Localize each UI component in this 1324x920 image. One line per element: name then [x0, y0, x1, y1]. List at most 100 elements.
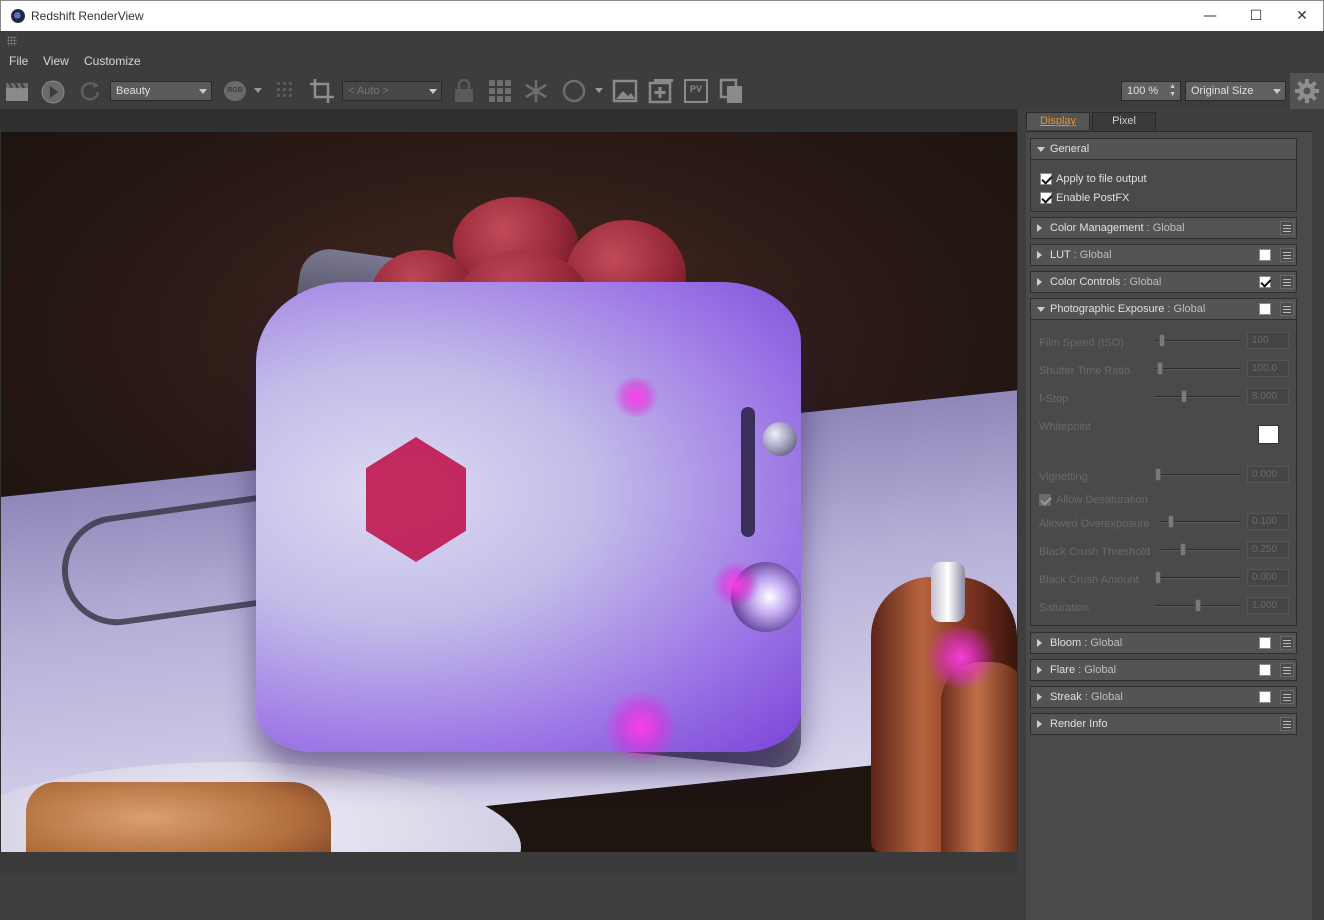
region-select-value: < Auto > — [348, 85, 389, 97]
flare-enable-checkbox[interactable] — [1259, 664, 1271, 676]
size-select[interactable]: Original Size — [1185, 81, 1286, 101]
photographic-exposure-enable-checkbox[interactable] — [1259, 303, 1271, 315]
circle-dropdown-icon[interactable] — [595, 88, 603, 93]
minimize-button[interactable]: — — [1187, 1, 1233, 32]
maximize-button[interactable]: ☐ — [1233, 1, 1279, 32]
section-menu-icon[interactable] — [1280, 275, 1294, 289]
black-crush-amount-input[interactable]: 0.000 — [1247, 569, 1289, 586]
apply-to-file-output-label: Apply to file output — [1056, 173, 1147, 185]
tab-pixel[interactable]: Pixel — [1092, 112, 1156, 130]
section-menu-icon[interactable] — [1280, 636, 1294, 650]
zoom-input[interactable]: 100 % ▲ ▼ — [1121, 81, 1181, 101]
slider-thumb[interactable] — [1159, 334, 1165, 347]
color-controls-enable-checkbox[interactable] — [1259, 276, 1271, 288]
section-general-header[interactable]: General — [1030, 138, 1297, 160]
slider-thumb[interactable] — [1155, 468, 1161, 481]
section-photographic-exposure-header[interactable]: Photographic Exposure : Global — [1030, 298, 1297, 320]
vignetting-slider[interactable] — [1155, 468, 1241, 481]
enable-postfx-checkbox[interactable] — [1040, 192, 1052, 204]
slider-thumb[interactable] — [1195, 599, 1201, 612]
fstop-input[interactable]: 8.000 — [1247, 388, 1289, 405]
toaster-body — [256, 282, 801, 752]
section-flare-header[interactable]: Flare : Global — [1030, 659, 1297, 681]
chevron-down-icon — [1273, 89, 1281, 94]
saturation-input[interactable]: 1.000 — [1247, 597, 1289, 614]
section-flare-title: Flare : Global — [1050, 664, 1117, 676]
slider-thumb[interactable] — [1180, 543, 1186, 556]
lock-icon[interactable] — [453, 79, 475, 103]
section-streak-header[interactable]: Streak : Global — [1030, 686, 1297, 708]
play-icon[interactable] — [40, 79, 66, 105]
image-icon[interactable] — [612, 78, 638, 104]
shutter-time-ratio-input[interactable]: 100.0 — [1247, 360, 1289, 377]
settings-panel: Display Pixel General Apply to file outp… — [1018, 109, 1324, 920]
apply-to-file-output-checkbox[interactable] — [1040, 173, 1052, 185]
film-speed-slider[interactable] — [1155, 334, 1241, 347]
collapsed-triangle-icon — [1037, 251, 1042, 259]
zoom-stepper-icon[interactable]: ▲ ▼ — [1169, 83, 1176, 99]
fstop-slider[interactable] — [1155, 390, 1241, 403]
render-image[interactable] — [1, 132, 1017, 852]
rgb-channel-button[interactable]: RGB — [224, 81, 246, 101]
shutter-time-ratio-slider[interactable] — [1155, 362, 1241, 375]
section-bloom-header[interactable]: Bloom : Global — [1030, 632, 1297, 654]
tab-display[interactable]: Display — [1026, 112, 1090, 130]
rgb-dropdown-icon[interactable] — [254, 88, 262, 93]
toolbar-grip[interactable] — [0, 31, 1324, 49]
whitepoint-swatch[interactable] — [1258, 425, 1279, 444]
streak-enable-checkbox[interactable] — [1259, 691, 1271, 703]
black-crush-amount-slider[interactable] — [1155, 571, 1241, 584]
section-menu-icon[interactable] — [1280, 302, 1294, 316]
expanded-triangle-icon — [1037, 307, 1045, 312]
light-glow — [601, 692, 681, 762]
section-color-controls-header[interactable]: Color Controls : Global — [1030, 271, 1297, 293]
menu-customize[interactable]: Customize — [84, 54, 141, 68]
menu-view[interactable]: View — [43, 54, 69, 68]
crop-icon[interactable] — [309, 78, 335, 104]
black-crush-threshold-slider[interactable] — [1161, 543, 1241, 556]
snowflake-icon[interactable] — [524, 79, 548, 103]
section-lut-title: LUT : Global — [1050, 249, 1112, 261]
allowed-overexposure-input[interactable]: 0.100 — [1247, 513, 1289, 530]
grid-icon[interactable] — [488, 79, 512, 103]
section-menu-icon[interactable] — [1280, 690, 1294, 704]
pv-icon[interactable]: PV — [684, 79, 708, 103]
region-select[interactable]: < Auto > — [342, 81, 442, 101]
chevron-down-icon — [429, 89, 437, 94]
bloom-enable-checkbox[interactable] — [1259, 637, 1271, 649]
saturation-slider[interactable] — [1155, 599, 1241, 612]
slider-thumb[interactable] — [1181, 390, 1187, 403]
black-crush-threshold-input[interactable]: 0.250 — [1247, 541, 1289, 558]
copy-image-icon[interactable] — [719, 78, 745, 104]
clapperboard-icon[interactable] — [5, 80, 29, 102]
allowed-overexposure-slider[interactable] — [1161, 515, 1241, 528]
aov-select[interactable]: Beauty — [110, 81, 212, 101]
section-color-management-header[interactable]: Color Management : Global — [1030, 217, 1297, 239]
menu-file[interactable]: File — [9, 54, 28, 68]
section-menu-icon[interactable] — [1280, 717, 1294, 731]
vignetting-input[interactable]: 0.000 — [1247, 466, 1289, 483]
section-menu-icon[interactable] — [1280, 221, 1294, 235]
render-viewport[interactable] — [0, 109, 1018, 875]
slider-thumb[interactable] — [1155, 571, 1161, 584]
lut-enable-checkbox[interactable] — [1259, 249, 1271, 261]
section-menu-icon[interactable] — [1280, 248, 1294, 262]
slider-thumb[interactable] — [1168, 515, 1174, 528]
redshift-app-icon — [11, 9, 25, 23]
close-button[interactable]: ✕ — [1279, 1, 1324, 32]
circle-icon[interactable] — [562, 79, 586, 103]
section-render-info-header[interactable]: Render Info — [1030, 713, 1297, 735]
refresh-icon[interactable] — [78, 79, 102, 103]
grid-dots-icon[interactable] — [276, 81, 296, 101]
film-speed-input[interactable]: 100 — [1247, 332, 1289, 349]
grip-dots-icon — [7, 36, 17, 46]
section-menu-icon[interactable] — [1280, 663, 1294, 677]
image-add-icon[interactable] — [648, 78, 674, 104]
allow-desaturation-checkbox[interactable] — [1039, 494, 1051, 506]
collapsed-triangle-icon — [1037, 666, 1042, 674]
section-lut-header[interactable]: LUT : Global — [1030, 244, 1297, 266]
slider-thumb[interactable] — [1157, 362, 1163, 375]
horizontal-scrollbar[interactable] — [0, 852, 1018, 875]
settings-button[interactable] — [1290, 73, 1324, 109]
menu-bar: File View Customize — [0, 49, 1324, 73]
